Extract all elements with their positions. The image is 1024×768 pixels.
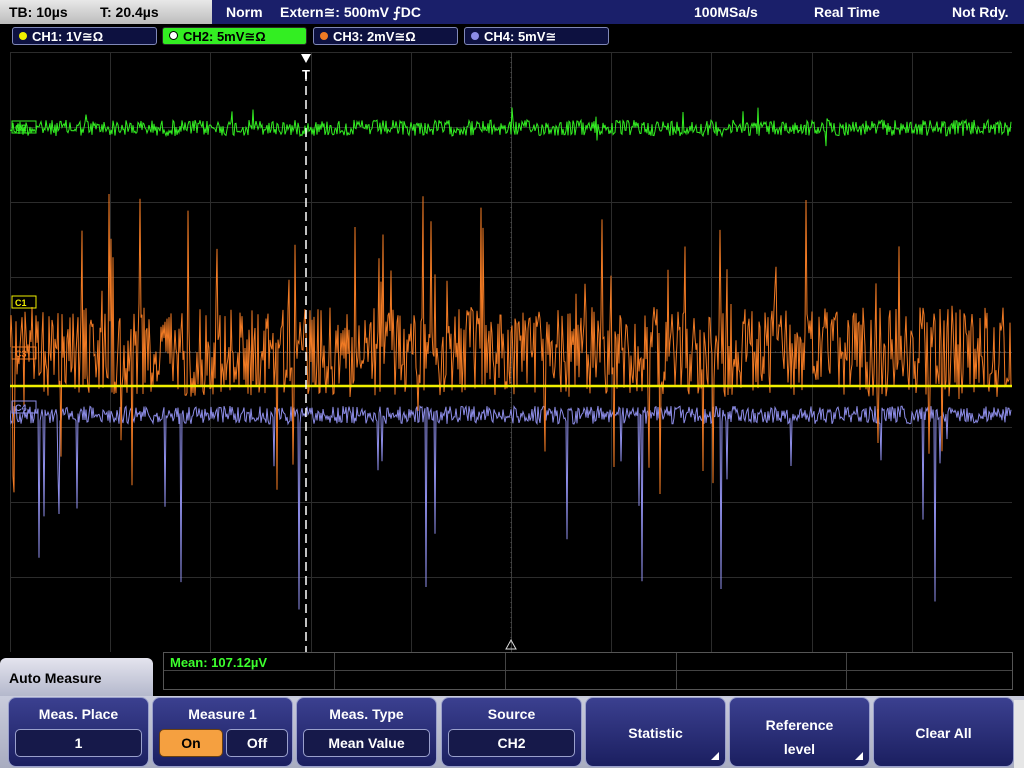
ch3-waveform bbox=[10, 193, 1012, 495]
ch4-level-marker[interactable]: C4 bbox=[11, 400, 37, 414]
measure-1-key[interactable]: Measure 1 On Off bbox=[152, 697, 293, 767]
statistic-key[interactable]: Statistic bbox=[585, 697, 726, 767]
menu-title: Auto Measure bbox=[9, 670, 102, 686]
ch2-label: CH2: 5mV≅Ω bbox=[183, 29, 266, 44]
ch4-label: CH4: 5mV≅ bbox=[484, 29, 557, 44]
waveform-display[interactable]: T C2 C1 C3 C4 bbox=[10, 52, 1012, 652]
channel-tab-ch3[interactable]: CH3: 2mV≅Ω bbox=[313, 27, 458, 45]
submenu-corner-icon bbox=[855, 752, 863, 760]
trigger-time-value: T: 20.4µs bbox=[100, 4, 159, 20]
meas-divider bbox=[676, 653, 677, 689]
meas-type-label: Meas. Type bbox=[329, 706, 404, 722]
reference-level-key[interactable]: Reference level bbox=[729, 697, 870, 767]
menu-title-tab: Auto Measure bbox=[0, 658, 153, 696]
measure-off-button[interactable]: Off bbox=[226, 729, 288, 757]
ch3-label: CH3: 2mV≅Ω bbox=[333, 29, 416, 44]
trigger-mode[interactable]: Norm bbox=[226, 4, 263, 20]
meas-divider bbox=[505, 653, 506, 689]
meas-divider bbox=[846, 653, 847, 689]
measure-1-label: Measure 1 bbox=[188, 706, 257, 722]
trigger-source[interactable]: Extern≅: 500mV ⨍DC bbox=[280, 4, 421, 21]
acquisition-mode: Real Time bbox=[814, 4, 880, 20]
source-value[interactable]: CH2 bbox=[448, 729, 575, 757]
ch3-dot-icon bbox=[320, 32, 328, 40]
timebase-box[interactable]: TB: 10µs T: 20.4µs bbox=[0, 0, 212, 24]
channel-tab-ch4[interactable]: CH4: 5mV≅ bbox=[464, 27, 609, 45]
clear-all-key[interactable]: Clear All bbox=[873, 697, 1014, 767]
ch2-marker-label: C2 bbox=[15, 123, 27, 133]
meas-type-key[interactable]: Meas. Type Mean Value bbox=[296, 697, 437, 767]
ch1-label: CH1: 1V≅Ω bbox=[32, 29, 104, 44]
ch4-dot-icon bbox=[471, 32, 479, 40]
submenu-corner-icon bbox=[711, 752, 719, 760]
meas-place-value[interactable]: 1 bbox=[15, 729, 142, 757]
ch1-level-marker[interactable]: C1 bbox=[11, 295, 37, 309]
ready-status: Not Rdy. bbox=[952, 4, 1009, 20]
meas-divider bbox=[334, 653, 335, 689]
measurement-result: Mean: 107.12µV bbox=[170, 655, 268, 670]
ch1-dot-icon bbox=[19, 32, 27, 40]
menu-scrollbar[interactable] bbox=[1014, 700, 1024, 768]
trigger-marker-label: T bbox=[302, 67, 310, 82]
timebase-value: TB: 10µs bbox=[9, 4, 68, 20]
channel-tab-ch1[interactable]: CH1: 1V≅Ω bbox=[12, 27, 157, 45]
meas-type-value[interactable]: Mean Value bbox=[303, 729, 430, 757]
meas-place-key[interactable]: Meas. Place 1 bbox=[8, 697, 149, 767]
measurement-result-bar: Mean: 107.12µV bbox=[163, 652, 1013, 690]
source-key[interactable]: Source CH2 bbox=[441, 697, 582, 767]
trigger-arrow-icon[interactable] bbox=[301, 54, 311, 63]
ch2-waveform bbox=[10, 107, 1012, 147]
statistic-label: Statistic bbox=[628, 725, 683, 741]
status-bar: TB: 10µs T: 20.4µs Norm Extern≅: 500mV ⨍… bbox=[0, 0, 1024, 24]
channel-tab-ch2[interactable]: CH2: 5mV≅Ω bbox=[162, 27, 307, 45]
meas-place-label: Meas. Place bbox=[38, 706, 119, 722]
ch4-marker-label: C4 bbox=[15, 403, 27, 413]
measure-on-button[interactable]: On bbox=[159, 729, 223, 757]
meas-divider-horizontal bbox=[164, 670, 1012, 671]
ch2-dot-icon bbox=[169, 31, 178, 40]
sample-rate: 100MSa/s bbox=[694, 4, 758, 20]
ch1-marker-label: C1 bbox=[15, 298, 27, 308]
ch3-marker-label: C3 bbox=[15, 349, 27, 359]
clear-all-label: Clear All bbox=[915, 725, 972, 741]
source-label: Source bbox=[487, 706, 536, 722]
reference-level-label: Reference level bbox=[765, 717, 834, 757]
